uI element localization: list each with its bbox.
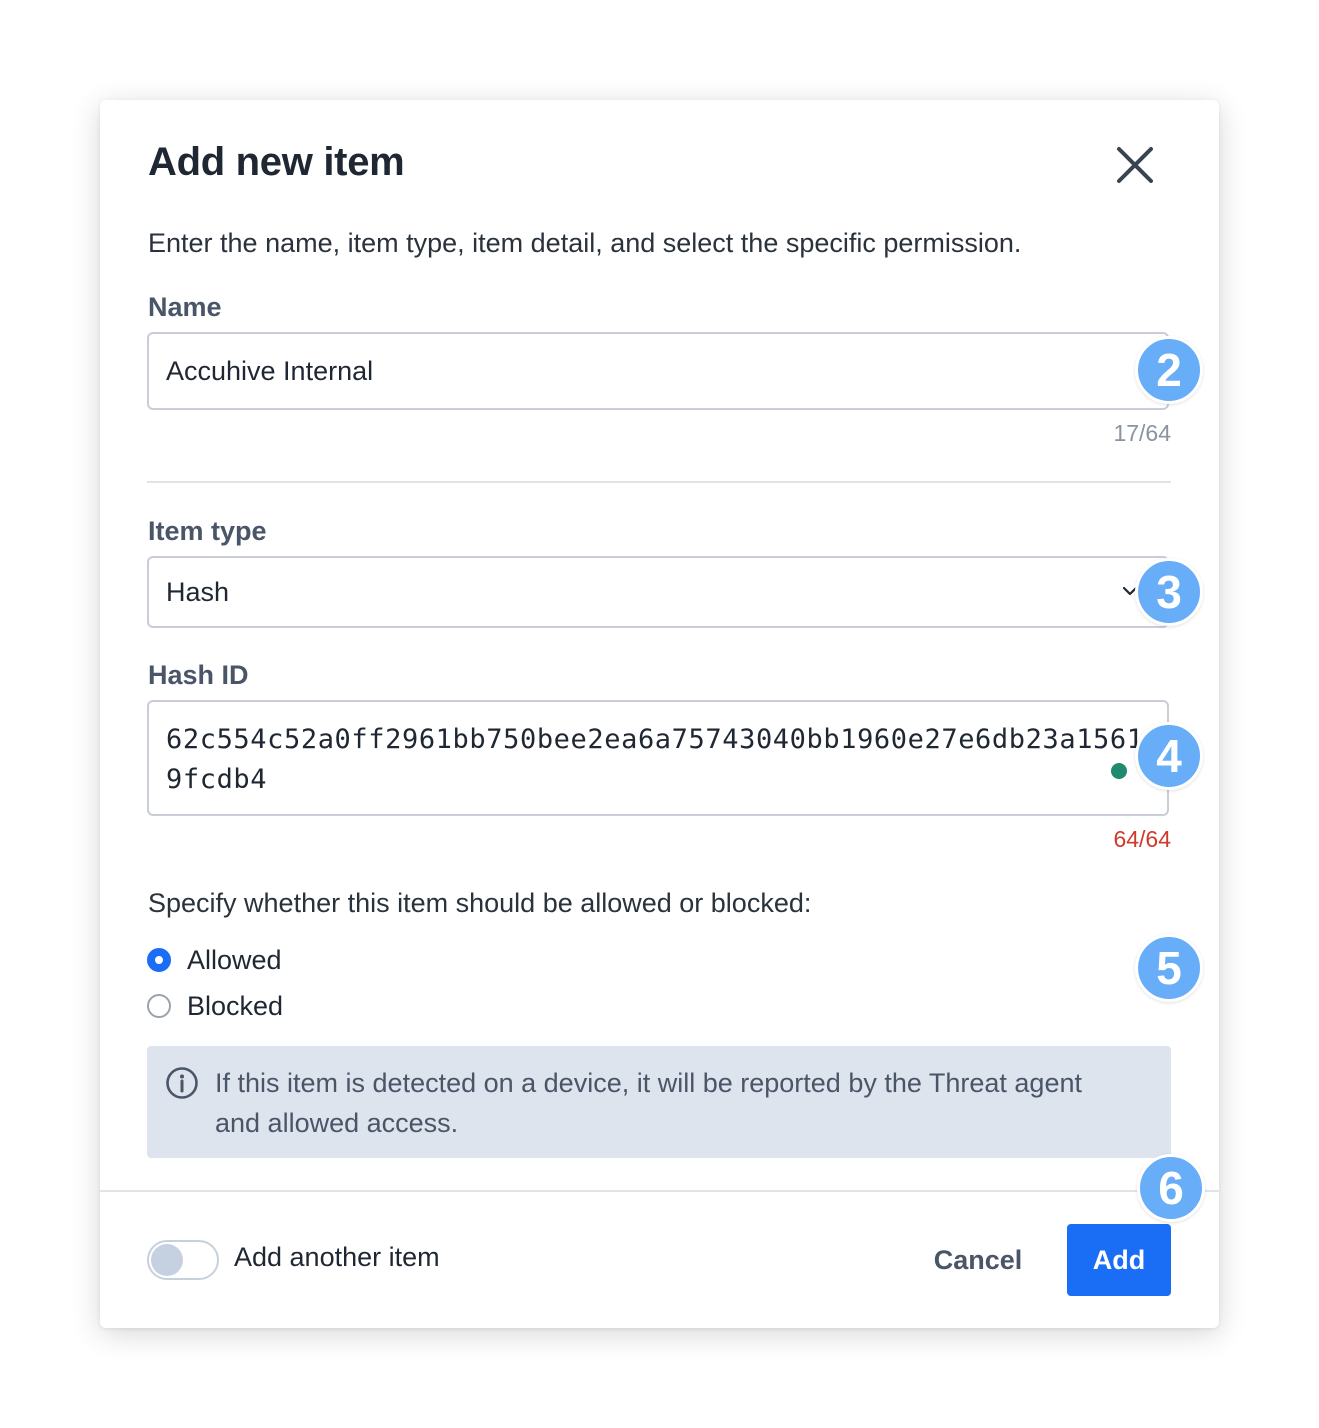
step-badge-4: 4 — [1135, 722, 1203, 790]
close-button[interactable] — [1110, 140, 1160, 190]
name-label: Name — [148, 292, 222, 322]
step-badge-5: 5 — [1135, 934, 1203, 1002]
step-badge-2: 2 — [1135, 336, 1203, 404]
radio-blocked-label: Blocked — [187, 990, 284, 1021]
hash-id-textarea[interactable]: 62c554c52a0ff2961bb750bee2ea6a75743040bb… — [147, 700, 1169, 816]
step-badge-6: 6 — [1137, 1154, 1205, 1222]
hash-id-value: 62c554c52a0ff2961bb750bee2ea6a75743040bb… — [166, 724, 1144, 795]
radio-allowed[interactable]: Allowed — [147, 944, 282, 976]
item-type-selected-value: Hash — [166, 577, 230, 607]
add-item-modal: Add new item Enter the name, item type, … — [100, 100, 1219, 1328]
name-input-value: Accuhive Internal — [166, 356, 374, 386]
radio-allowed-label: Allowed — [187, 944, 282, 975]
footer-divider — [100, 1190, 1219, 1192]
add-button[interactable]: Add — [1067, 1224, 1171, 1296]
modal-title: Add new item — [148, 140, 405, 184]
cancel-button[interactable]: Cancel — [918, 1230, 1038, 1290]
info-icon — [166, 1067, 198, 1099]
step-badge-3: 3 — [1135, 558, 1203, 626]
hash-id-label: Hash ID — [148, 660, 249, 690]
hash-char-counter: 64/64 — [1113, 826, 1171, 852]
info-text: If this item is detected on a device, it… — [215, 1068, 1082, 1138]
radio-blocked[interactable]: Blocked — [147, 990, 283, 1022]
radio-unchecked-icon — [147, 994, 171, 1018]
info-callout: If this item is detected on a device, it… — [147, 1046, 1171, 1158]
item-type-select[interactable]: Hash — [147, 556, 1169, 628]
permission-prompt: Specify whether this item should be allo… — [148, 888, 812, 918]
name-char-counter: 17/64 — [1113, 420, 1171, 446]
modal-subtitle: Enter the name, item type, item detail, … — [148, 228, 1022, 258]
radio-checked-icon — [147, 948, 171, 972]
add-another-toggle[interactable] — [147, 1240, 219, 1280]
close-icon — [1117, 147, 1153, 183]
status-dot-icon — [1111, 763, 1127, 779]
item-type-label: Item type — [148, 516, 267, 546]
section-divider — [147, 481, 1171, 483]
name-input[interactable]: Accuhive Internal — [147, 332, 1169, 410]
add-another-label: Add another item — [234, 1242, 440, 1272]
toggle-knob — [151, 1244, 183, 1276]
